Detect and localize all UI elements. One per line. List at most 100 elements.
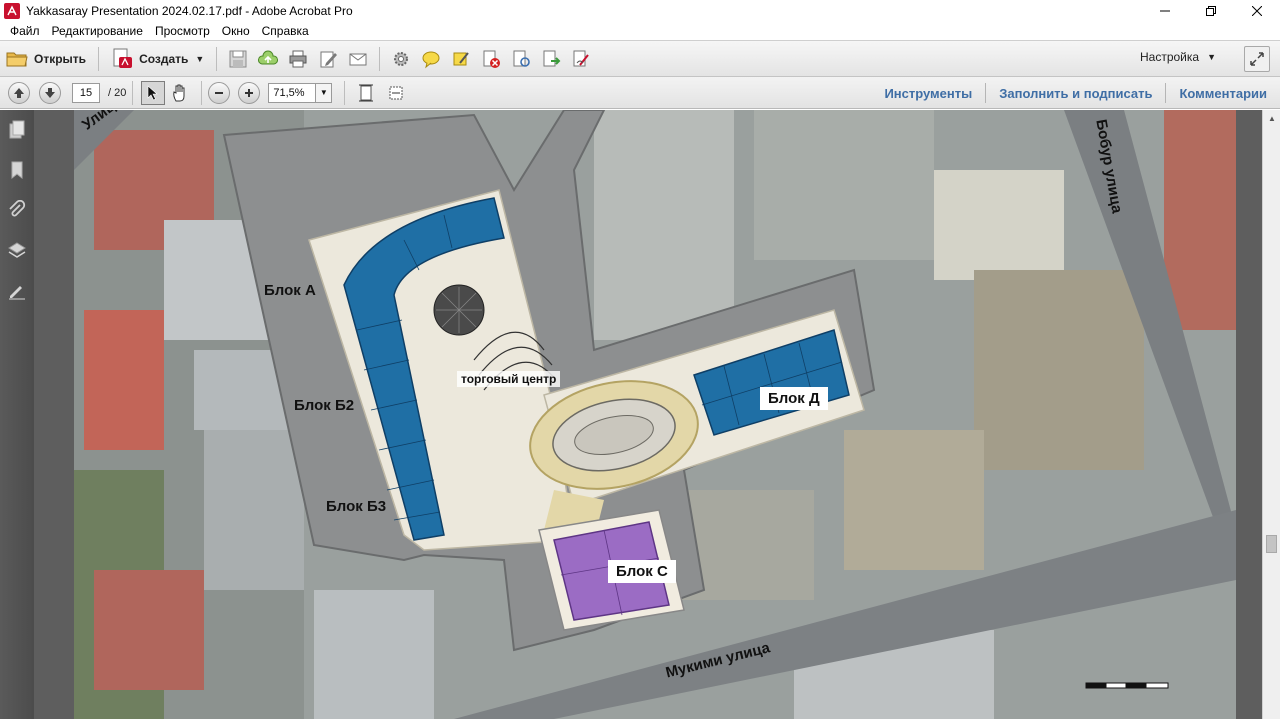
chevron-down-icon: ▼: [319, 88, 328, 97]
title-bar: Yakkasaray Presentation 2024.02.17.pdf -…: [0, 0, 1280, 22]
page-total: / 20: [108, 86, 127, 99]
pages-icon: [9, 120, 25, 139]
restore-icon: [1206, 6, 1216, 16]
menu-help[interactable]: Справка: [256, 22, 315, 40]
comments-panel-link[interactable]: Комментарии: [1166, 86, 1280, 101]
comment-bubble-icon: [422, 51, 440, 68]
extract-button[interactable]: [538, 46, 564, 72]
block-c-label: Блок С: [608, 560, 676, 583]
folder-icon: [6, 52, 28, 66]
save-button[interactable]: [225, 46, 251, 72]
hand-icon: [173, 84, 185, 101]
open-button[interactable]: Открыть: [0, 44, 92, 74]
zoom-in-button[interactable]: [238, 81, 261, 104]
print-button[interactable]: [285, 46, 311, 72]
block-b3-label: Блок Б3: [326, 498, 387, 515]
fullscreen-button[interactable]: [1244, 46, 1270, 72]
comment-button[interactable]: [418, 46, 444, 72]
zoom-dropdown-button[interactable]: ▼: [316, 82, 333, 103]
export-page-icon: [513, 50, 531, 67]
toolbar-separator: [344, 80, 346, 105]
arrow-down-icon: [45, 87, 55, 98]
fill-sign-panel-link[interactable]: Заполнить и подписать: [986, 86, 1165, 101]
sign-document-icon: [573, 50, 590, 66]
cursor-arrow-icon: [148, 84, 159, 100]
menu-view[interactable]: Просмотр: [149, 22, 216, 40]
window-controls: [1142, 0, 1280, 22]
attachments-button[interactable]: [0, 190, 34, 230]
fit-width-button[interactable]: [383, 80, 409, 106]
navigation-toolbar: 15 / 20 71,5% ▼ Инструменты Заполнить и …: [0, 77, 1280, 109]
settings-gear-button[interactable]: [388, 46, 414, 72]
toolbar-separator: [132, 80, 134, 105]
block-b2-label: Блок Б2: [294, 397, 355, 414]
zoom-level-input[interactable]: 71,5%: [268, 82, 317, 103]
site-plan-map: [74, 110, 1236, 719]
fit-page-icon: [359, 84, 374, 101]
delete-pages-button[interactable]: [478, 46, 504, 72]
next-page-button[interactable]: [39, 81, 61, 104]
email-button[interactable]: [345, 46, 371, 72]
main-toolbar: Открыть Создать ▼ Настройка ▼: [0, 40, 1280, 77]
minimize-button[interactable]: [1142, 0, 1188, 22]
create-button[interactable]: Создать ▼: [105, 44, 210, 74]
toolbar-separator: [379, 46, 381, 71]
select-tool-button[interactable]: [141, 80, 166, 105]
window-title: Yakkasaray Presentation 2024.02.17.pdf -…: [26, 4, 353, 18]
acrobat-icon: [4, 3, 20, 19]
toolbar-separator: [216, 46, 218, 71]
gear-icon: [394, 51, 409, 66]
menu-file[interactable]: Файл: [4, 22, 46, 40]
customize-dropdown[interactable]: Настройка ▼: [1140, 50, 1216, 64]
previous-page-button[interactable]: [8, 81, 30, 104]
extract-page-icon: [543, 50, 561, 66]
layers-icon: [8, 242, 26, 258]
navigation-pane: [0, 110, 34, 719]
toolbar-separator: [201, 80, 203, 105]
acrobat-window: Yakkasaray Presentation 2024.02.17.pdf -…: [0, 0, 1280, 719]
menu-edit[interactable]: Редактирование: [46, 22, 149, 40]
customize-dropdown-icon: ▼: [1207, 52, 1216, 62]
page-thumbnails-button[interactable]: [0, 110, 34, 150]
menu-bar: Файл Редактирование Просмотр Окно Справк…: [0, 22, 1280, 40]
vertical-scrollbar[interactable]: ▲: [1262, 110, 1280, 719]
tools-panel-link[interactable]: Инструменты: [871, 86, 985, 101]
edit-document-icon: [320, 51, 338, 67]
paperclip-icon: [9, 200, 26, 217]
printer-icon: [289, 50, 307, 67]
signatures-button[interactable]: [0, 270, 34, 310]
menu-window[interactable]: Окно: [216, 22, 256, 40]
customize-label: Настройка: [1140, 50, 1200, 64]
bookmarks-button[interactable]: [0, 150, 34, 190]
mail-icon: [349, 53, 367, 65]
layers-button[interactable]: [0, 230, 34, 270]
minus-icon: [215, 91, 224, 94]
export-button[interactable]: [508, 46, 534, 72]
maximize-button[interactable]: [1188, 0, 1234, 22]
cloud-upload-icon: [258, 50, 279, 64]
plus-icon: [245, 88, 254, 97]
page-number-input[interactable]: 15: [72, 82, 100, 103]
scroll-up-button[interactable]: ▲: [1263, 110, 1280, 127]
edit-button[interactable]: [315, 46, 341, 72]
task-pane-links: Инструменты Заполнить и подписать Коммен…: [871, 77, 1280, 109]
upload-cloud-button[interactable]: [255, 46, 281, 72]
create-dropdown-icon: ▼: [195, 53, 205, 64]
expand-arrows-icon: [1250, 52, 1264, 66]
block-a-label: Блок А: [264, 282, 316, 299]
document-view[interactable]: Улица Бобур улица Мукими улица Блок А Бл…: [34, 110, 1262, 719]
create-label: Создать: [139, 51, 189, 66]
zoom-out-button[interactable]: [208, 81, 231, 104]
scrollbar-thumb[interactable]: [1266, 535, 1277, 553]
close-button[interactable]: [1234, 0, 1280, 22]
highlighter-icon: [453, 51, 470, 65]
delete-page-icon: [483, 50, 501, 68]
highlight-button[interactable]: [448, 46, 474, 72]
hand-tool-button[interactable]: [167, 80, 193, 106]
signature-pen-icon: [9, 286, 25, 300]
sign-button[interactable]: [568, 46, 594, 72]
toolbar-separator: [98, 46, 100, 71]
open-label: Открыть: [34, 51, 87, 66]
fit-page-button[interactable]: [353, 80, 379, 106]
fit-width-icon: [389, 86, 403, 99]
